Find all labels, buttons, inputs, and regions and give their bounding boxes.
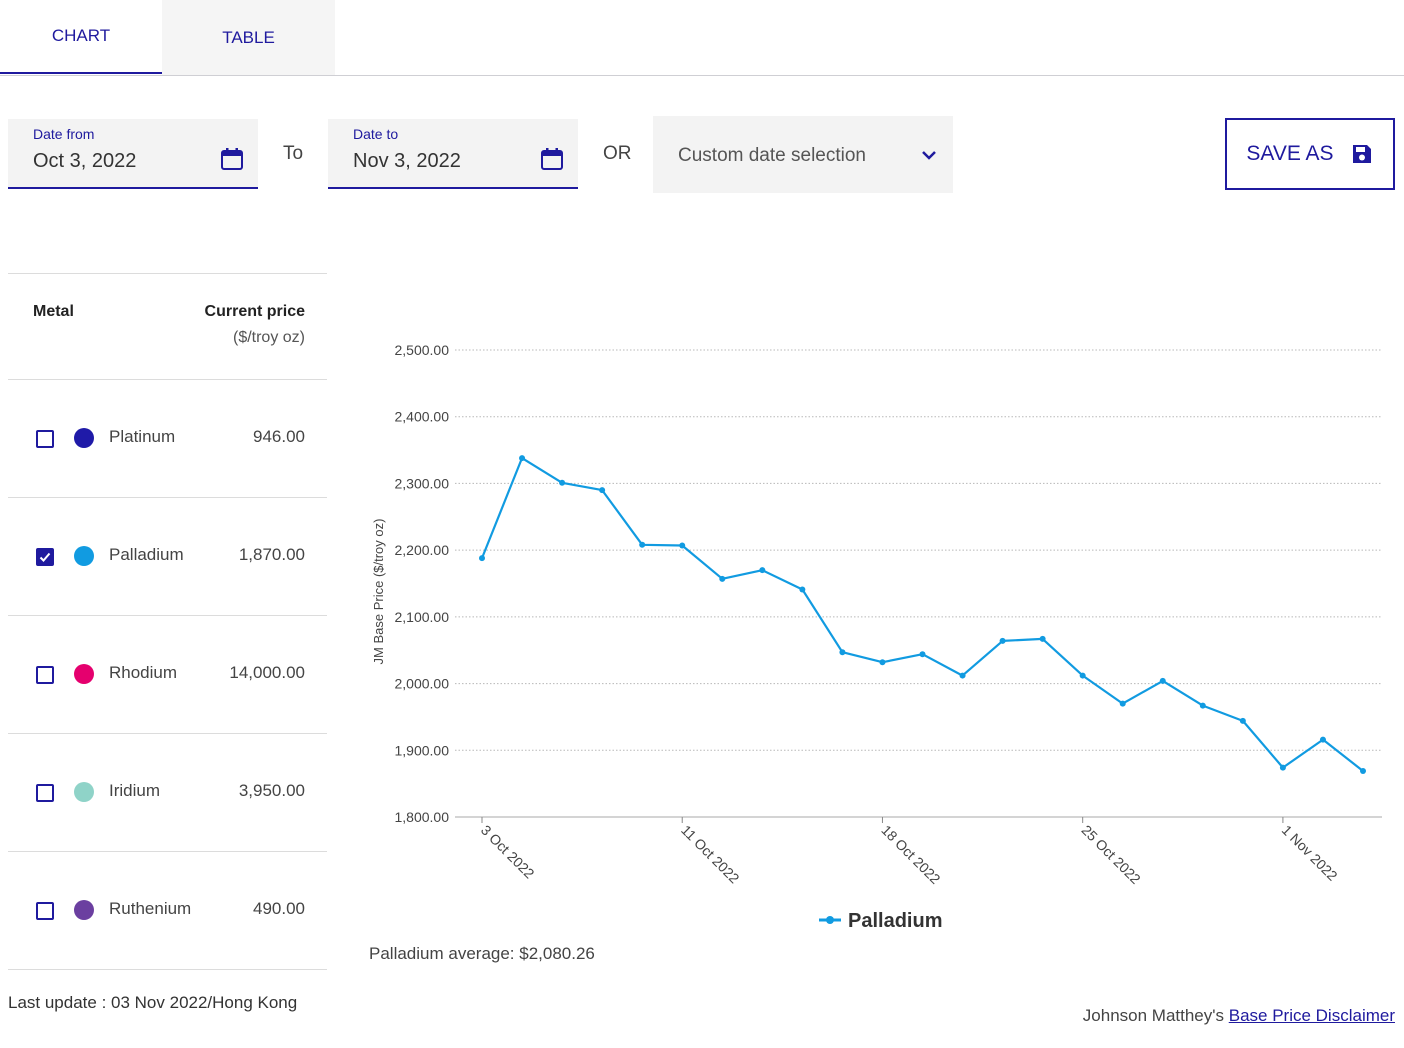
data-point	[1199, 702, 1206, 709]
calendar-icon[interactable]	[220, 147, 244, 171]
data-point	[679, 542, 686, 549]
y-tick-label: 2,000.00	[395, 676, 450, 692]
header-current-price: Current price	[204, 303, 305, 320]
custom-date-select-value: Custom date selection	[678, 145, 866, 166]
chevron-down-icon	[922, 151, 936, 160]
data-point	[479, 555, 485, 562]
y-tick-label: 2,100.00	[395, 609, 450, 625]
metal-name: Platinum	[109, 427, 176, 446]
data-point	[1319, 736, 1326, 743]
data-point	[719, 575, 726, 582]
metal-checkbox[interactable]	[36, 784, 54, 802]
date-to-field[interactable]: Date to Nov 3, 2022	[328, 119, 578, 189]
calendar-icon[interactable]	[540, 147, 564, 171]
metal-name: Ruthenium	[109, 899, 192, 918]
metal-price: 14,000.00	[229, 663, 305, 682]
custom-date-select[interactable]: Custom date selection	[653, 116, 953, 193]
save-as-button[interactable]: SAVE AS	[1225, 118, 1395, 190]
data-point	[999, 637, 1006, 644]
y-tick-label: 2,500.00	[395, 342, 450, 358]
data-point	[1360, 767, 1366, 774]
to-label: To	[283, 143, 304, 164]
header-metal: Metal	[33, 303, 74, 320]
data-point	[599, 487, 606, 494]
data-point	[559, 479, 566, 486]
view-tabs: CHART TABLE	[0, 0, 1404, 76]
y-tick-label: 2,400.00	[395, 409, 450, 425]
metal-row: Palladium 1,870.00	[8, 498, 327, 616]
series-line-palladium	[480, 457, 1364, 772]
date-to-value[interactable]: Nov 3, 2022	[353, 150, 461, 173]
date-from-label: Date from	[33, 126, 95, 142]
metals-table-header: Metal Current price ($/troy oz)	[8, 273, 327, 380]
data-point	[759, 567, 766, 574]
x-tick-label: 1 Nov 2022	[1279, 822, 1341, 884]
y-tick-label: 2,300.00	[395, 475, 450, 491]
average-text: Palladium average: $2,080.26	[369, 944, 595, 963]
save-as-label: SAVE AS	[1246, 142, 1334, 165]
metal-checkbox[interactable]	[36, 902, 54, 920]
metal-price: 3,950.00	[238, 781, 305, 800]
data-point	[639, 541, 646, 548]
y-tick-label: 1,900.00	[395, 742, 450, 758]
metals-table: Metal Current price ($/troy oz) Platinum…	[8, 273, 327, 970]
metal-row: Rhodium 14,000.00	[8, 616, 327, 734]
data-point	[1079, 672, 1086, 679]
metal-color-dot	[74, 664, 94, 684]
tab-table[interactable]: TABLE	[162, 0, 335, 75]
data-point	[1119, 700, 1126, 707]
x-tick-label: 18 Oct 2022	[878, 822, 943, 887]
or-label: OR	[603, 143, 632, 164]
metal-checkbox[interactable]	[36, 548, 54, 566]
metal-row: Ruthenium 490.00	[8, 852, 327, 970]
tab-chart[interactable]: CHART	[0, 0, 162, 74]
disclaimer-link[interactable]: Base Price Disclaimer	[1229, 1006, 1395, 1025]
metal-price: 1,870.00	[238, 545, 305, 564]
date-from-value[interactable]: Oct 3, 2022	[33, 150, 136, 173]
metal-row: Iridium 3,950.00	[8, 734, 327, 852]
data-point	[959, 672, 966, 679]
metal-price: 490.00	[253, 899, 305, 918]
metal-name: Iridium	[109, 781, 161, 800]
legend-marker	[826, 916, 834, 924]
legend-label: Palladium	[848, 910, 942, 932]
metal-color-dot	[74, 900, 94, 920]
y-tick-label: 2,200.00	[395, 542, 450, 558]
x-tick-label: 3 Oct 2022	[478, 822, 538, 882]
metal-checkbox[interactable]	[36, 666, 54, 684]
x-tick-label: 25 Oct 2022	[1079, 822, 1144, 887]
data-point	[919, 651, 926, 658]
data-point	[799, 586, 806, 593]
metal-color-dot	[74, 546, 94, 566]
metal-checkbox[interactable]	[36, 430, 54, 448]
floppy-disk-icon	[1352, 145, 1371, 163]
metal-row: Platinum 946.00	[8, 380, 327, 498]
y-axis-label: JM Base Price ($/troy oz)	[371, 519, 386, 665]
metal-color-dot	[74, 428, 94, 448]
data-point	[1039, 635, 1046, 642]
date-from-field[interactable]: Date from Oct 3, 2022	[8, 119, 258, 189]
date-to-label: Date to	[353, 126, 399, 142]
x-tick-label: 11 Oct 2022	[678, 822, 743, 887]
metal-price: 946.00	[253, 427, 305, 446]
data-point	[1159, 677, 1166, 684]
disclaimer-prefix: Johnson Matthey's	[1082, 1006, 1229, 1025]
y-tick-label: 1,800.00	[395, 809, 450, 825]
data-point	[1239, 717, 1246, 724]
metal-name: Rhodium	[109, 663, 178, 682]
data-point	[519, 455, 526, 462]
data-point	[1279, 764, 1286, 771]
data-point	[839, 649, 846, 656]
check-icon	[39, 552, 51, 562]
metal-color-dot	[74, 782, 94, 802]
data-point	[879, 659, 886, 666]
price-chart: 1,800.00 1,900.00 2,000.00 2,100.00 2,200.00…	[371, 342, 1382, 932]
header-price-unit: ($/troy oz)	[232, 329, 305, 346]
last-update: Last update : 03 Nov 2022/Hong Kong	[8, 993, 298, 1012]
disclaimer: Johnson Matthey's Base Price Disclaimer	[1083, 1006, 1395, 1026]
metal-name: Palladium	[109, 545, 184, 564]
